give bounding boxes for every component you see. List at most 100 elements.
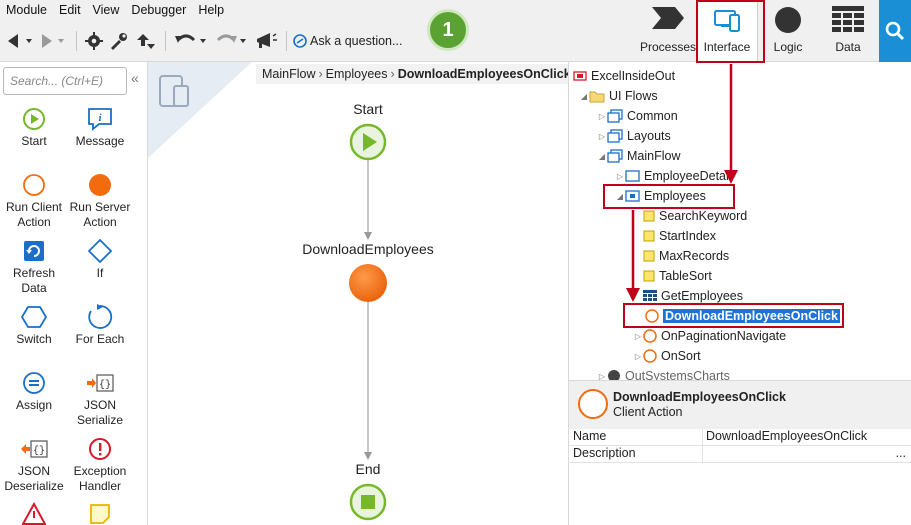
flow-canvas[interactable]: MainFlow › Employees › DownloadEmployees… bbox=[148, 62, 577, 525]
property-row-name: Name DownloadEmployeesOnClick bbox=[569, 429, 911, 446]
tool-message[interactable]: i Message bbox=[67, 106, 133, 149]
tool-run-client-action[interactable]: Run Client Action bbox=[1, 172, 67, 230]
publish-icon bbox=[137, 34, 155, 49]
gear-icon bbox=[85, 32, 103, 50]
tool-json-deserialize[interactable]: {} JSON Deserialize bbox=[1, 436, 67, 494]
tree-item-module-root[interactable]: ExcelInsideOut bbox=[573, 66, 675, 86]
menu-module[interactable]: Module bbox=[0, 0, 53, 20]
compare-merge-button[interactable] bbox=[107, 29, 131, 53]
tool-if[interactable]: If bbox=[67, 238, 133, 281]
tool-run-server-action[interactable]: Run Server Action bbox=[67, 172, 133, 230]
tab-logic-label: Logic bbox=[773, 40, 803, 54]
tab-processes[interactable]: Processes bbox=[640, 0, 696, 62]
data-icon bbox=[832, 6, 864, 32]
variable-icon bbox=[643, 210, 655, 222]
expand-arrow-icon[interactable]: ▷ bbox=[597, 112, 607, 121]
properties-subtitle: Client Action bbox=[613, 405, 683, 419]
tree-item-start-index[interactable]: StartIndex bbox=[643, 226, 716, 246]
tool-label: JSON Deserialize bbox=[4, 464, 64, 493]
collapse-arrow-icon[interactable]: ◢ bbox=[597, 152, 607, 161]
flow-icon bbox=[607, 149, 623, 163]
tree-label: TableSort bbox=[659, 269, 712, 283]
processes-icon bbox=[652, 7, 684, 29]
tool-switch[interactable]: Switch bbox=[1, 304, 67, 347]
if-icon bbox=[87, 238, 113, 264]
tool-json-serialize[interactable]: {} JSON Serialize bbox=[67, 370, 133, 428]
expand-arrow-icon[interactable]: ▷ bbox=[615, 172, 625, 181]
tool-assign[interactable]: Assign bbox=[1, 370, 67, 413]
tree-label: ExcelInsideOut bbox=[591, 69, 676, 83]
expand-arrow-icon[interactable]: ▷ bbox=[633, 332, 643, 341]
tree-item-on-pagination-navigate[interactable]: ▷ OnPaginationNavigate bbox=[633, 326, 786, 346]
tool-label: Message bbox=[75, 134, 125, 148]
settings-button[interactable] bbox=[83, 29, 105, 53]
menu-debugger[interactable]: Debugger bbox=[125, 0, 192, 20]
tree-item-outsystems-charts[interactable]: ▷ OutSystemsCharts bbox=[597, 366, 730, 380]
exception-handler-icon bbox=[89, 438, 111, 460]
tool-refresh-data[interactable]: Refresh Data bbox=[1, 238, 67, 296]
more-button[interactable]: ... bbox=[896, 446, 906, 462]
dependency-icon bbox=[608, 370, 620, 380]
download-employees-node-label: DownloadEmployees bbox=[302, 241, 434, 257]
property-value: DownloadEmployeesOnClick bbox=[706, 429, 868, 443]
announce-button[interactable] bbox=[252, 29, 280, 53]
client-action-icon bbox=[643, 329, 657, 343]
toolbar-separator bbox=[165, 31, 166, 51]
menu-edit[interactable]: Edit bbox=[53, 0, 87, 20]
tool-exception-handler[interactable]: Exception Handler bbox=[67, 436, 133, 494]
tree-item-employee-detail[interactable]: ▷ EmployeeDetail bbox=[615, 166, 732, 186]
tree-label: MaxRecords bbox=[659, 249, 730, 263]
redo-button[interactable] bbox=[212, 29, 250, 53]
download-employees-node[interactable] bbox=[348, 263, 388, 303]
tree-item-on-sort[interactable]: ▷ OnSort bbox=[633, 346, 701, 366]
search-icon bbox=[885, 21, 905, 41]
tree-item-max-records[interactable]: MaxRecords bbox=[643, 246, 729, 266]
menu-help[interactable]: Help bbox=[192, 0, 230, 20]
tree-label: OutSystemsCharts bbox=[625, 369, 730, 380]
undo-button[interactable] bbox=[172, 29, 210, 53]
module-icon bbox=[573, 71, 587, 81]
tree-label: OnSort bbox=[661, 349, 701, 363]
tool-start[interactable]: Start bbox=[1, 106, 67, 149]
tab-data[interactable]: Data bbox=[818, 0, 878, 62]
start-node-label: Start bbox=[353, 101, 383, 117]
expand-arrow-icon[interactable]: ▷ bbox=[597, 132, 607, 141]
tool-label: Start bbox=[21, 134, 47, 148]
forward-button[interactable] bbox=[38, 29, 70, 53]
tree-item-table-sort[interactable]: TableSort bbox=[643, 266, 712, 286]
tree-item-search-keyword[interactable]: SearchKeyword bbox=[643, 206, 747, 226]
collapse-arrow-icon[interactable]: ◢ bbox=[579, 92, 589, 101]
expand-arrow-icon[interactable]: ▷ bbox=[597, 372, 607, 381]
end-node-label: End bbox=[355, 461, 381, 477]
tree-item-ui-flows[interactable]: ◢ UI Flows bbox=[579, 86, 658, 106]
undo-icon bbox=[175, 34, 206, 43]
highlight-interface-tab bbox=[696, 0, 765, 63]
comment-icon[interactable] bbox=[88, 502, 112, 525]
raise-exception-icon[interactable] bbox=[22, 502, 46, 525]
property-name-field[interactable]: DownloadEmployeesOnClick bbox=[703, 429, 911, 445]
tree-item-mainflow[interactable]: ◢ MainFlow bbox=[597, 146, 681, 166]
toolbar: Ask a question... bbox=[4, 28, 402, 54]
json-deserialize-icon: {} bbox=[21, 440, 48, 458]
menu-view[interactable]: View bbox=[87, 0, 126, 20]
publish-button[interactable] bbox=[133, 29, 159, 53]
back-button[interactable] bbox=[4, 29, 36, 53]
property-key: Name bbox=[569, 429, 703, 445]
ask-question-link[interactable]: Ask a question... bbox=[293, 34, 402, 48]
collapse-toolbox-button[interactable]: « bbox=[131, 70, 139, 86]
end-node[interactable] bbox=[349, 483, 387, 521]
toolbar-separator bbox=[76, 31, 77, 51]
tree-item-common[interactable]: ▷ Common bbox=[597, 106, 678, 126]
toolbox-search-input[interactable]: Search... (Ctrl+E) bbox=[3, 67, 127, 95]
tab-logic[interactable]: Logic bbox=[758, 0, 818, 62]
tree-label: StartIndex bbox=[659, 229, 716, 243]
property-description-field[interactable]: ... bbox=[703, 446, 911, 462]
global-search-button[interactable] bbox=[879, 0, 911, 62]
expand-arrow-icon[interactable]: ▷ bbox=[633, 352, 643, 361]
start-icon bbox=[23, 108, 45, 130]
tree-item-layouts[interactable]: ▷ Layouts bbox=[597, 126, 671, 146]
start-node[interactable] bbox=[349, 123, 387, 161]
megaphone-icon bbox=[257, 33, 277, 48]
tool-for-each[interactable]: For Each bbox=[67, 304, 133, 347]
toolbox-panel: Search... (Ctrl+E) « Start i Message Run… bbox=[0, 62, 148, 525]
